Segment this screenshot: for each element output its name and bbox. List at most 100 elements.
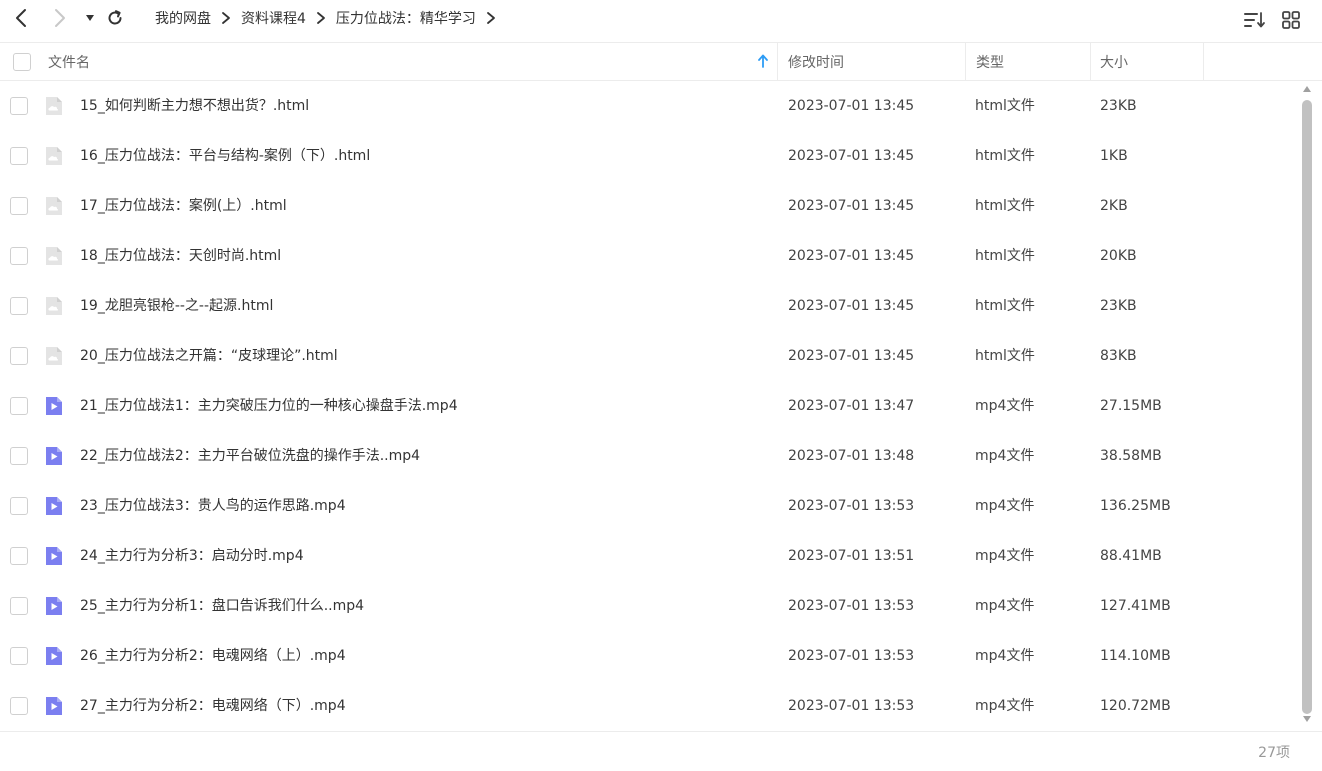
file-type: html文件 [975,198,1035,214]
video-file-icon [43,495,65,517]
scroll-up-arrow-icon[interactable] [1303,86,1311,92]
breadcrumb-item-folder[interactable]: 资料课程4 [241,8,306,28]
file-type: mp4文件 [975,548,1035,564]
row-checkbox[interactable] [10,197,28,215]
file-name[interactable]: 16_压力位战法：平台与结构-案例（下）.html [80,131,370,181]
breadcrumb-separator-icon [211,11,241,25]
file-list: 15_如何判断主力想不想出货？.html 2023-07-01 13:45 html… [0,81,1300,731]
history-dropdown-button[interactable] [78,6,102,30]
file-row[interactable]: 18_压力位战法：天创时尚.html 2023-07-01 13:45 html文件… [0,231,1300,281]
sort-icon [1244,12,1265,28]
file-row[interactable]: 25_主力行为分析1：盘口告诉我们什么..mp4 2023-07-01 13:53… [0,581,1300,631]
sort-ascending-arrow-icon[interactable] [757,54,769,68]
file-type: mp4文件 [975,498,1035,514]
column-header-name[interactable]: 文件名 [48,43,778,81]
grid-view-button[interactable] [1279,8,1303,32]
file-row[interactable]: 26_主力行为分析2：电魂网络（上）.mp4 2023-07-01 13:53 mp… [0,631,1300,681]
row-checkbox[interactable] [10,347,28,365]
file-name[interactable]: 17_压力位战法：案例(上）.html [80,181,287,231]
file-size: 2KB [1100,198,1128,214]
video-file-icon [43,445,65,467]
row-checkbox[interactable] [10,647,28,665]
column-header-type[interactable]: 类型 [976,43,1004,81]
file-row[interactable]: 17_压力位战法：案例(上）.html 2023-07-01 13:45 html文… [0,181,1300,231]
html-file-icon [43,195,65,217]
breadcrumb-item-current[interactable]: 压力位战法：精华学习 [336,8,476,28]
row-checkbox[interactable] [10,297,28,315]
file-size: 20KB [1100,248,1137,264]
refresh-button[interactable] [103,6,127,30]
file-name[interactable]: 20_压力位战法之开篇：“皮球理论”.html [80,331,338,381]
file-row[interactable]: 27_主力行为分析2：电魂网络（下）.mp4 2023-07-01 13:53 mp… [0,681,1300,731]
file-name[interactable]: 23_压力位战法3：贵人鸟的运作思路.mp4 [80,481,346,531]
html-file-icon [43,245,65,267]
file-size: 136.25MB [1100,498,1171,514]
breadcrumb-item-root[interactable]: 我的网盘 [155,8,211,28]
refresh-icon [108,10,122,25]
column-header-size[interactable]: 大小 [1100,43,1128,81]
row-checkbox[interactable] [10,97,28,115]
file-type: html文件 [975,98,1035,114]
breadcrumb-separator-icon [476,11,506,25]
column-divider[interactable] [1203,43,1204,81]
file-modified-time: 2023-07-01 13:45 [788,298,915,314]
file-type: mp4文件 [975,448,1035,464]
select-all-checkbox[interactable] [13,53,31,71]
grid-view-icon [1282,11,1300,29]
row-checkbox[interactable] [10,247,28,265]
scroll-down-arrow-icon[interactable] [1303,716,1311,722]
file-modified-time: 2023-07-01 13:45 [788,148,915,164]
file-modified-time: 2023-07-01 13:48 [788,448,915,464]
file-modified-time: 2023-07-01 13:45 [788,198,915,214]
file-modified-time: 2023-07-01 13:53 [788,698,915,714]
file-row[interactable]: 24_主力行为分析3：启动分时.mp4 2023-07-01 13:51 mp4文件… [0,531,1300,581]
file-row[interactable]: 23_压力位战法3：贵人鸟的运作思路.mp4 2023-07-01 13:53 mp… [0,481,1300,531]
file-name[interactable]: 22_压力位战法2：主力平台破位洗盘的操作手法..mp4 [80,431,420,481]
file-name[interactable]: 19_龙胆亮银枪--之--起源.html [80,281,273,331]
file-type: html文件 [975,348,1035,364]
back-button[interactable] [9,6,33,30]
file-row[interactable]: 16_压力位战法：平台与结构-案例（下）.html 2023-07-01 13:4… [0,131,1300,181]
file-row[interactable]: 19_龙胆亮银枪--之--起源.html 2023-07-01 13:45 html… [0,281,1300,331]
file-name[interactable]: 25_主力行为分析1：盘口告诉我们什么..mp4 [80,581,364,631]
row-checkbox[interactable] [10,397,28,415]
file-name[interactable]: 18_压力位战法：天创时尚.html [80,231,281,281]
file-row[interactable]: 22_压力位战法2：主力平台破位洗盘的操作手法..mp4 2023-07-01 1… [0,431,1300,481]
row-checkbox[interactable] [10,597,28,615]
breadcrumb-separator-icon [306,11,336,25]
vertical-scrollbar[interactable] [1300,82,1314,730]
column-divider[interactable] [777,43,778,81]
file-size: 83KB [1100,348,1137,364]
video-file-icon [43,545,65,567]
scrollbar-thumb[interactable] [1302,100,1312,714]
html-file-icon [43,295,65,317]
column-divider[interactable] [1090,43,1091,81]
file-name[interactable]: 27_主力行为分析2：电魂网络（下）.mp4 [80,681,346,731]
file-name[interactable]: 21_压力位战法1：主力突破压力位的一种核心操盘手法.mp4 [80,381,458,431]
column-divider[interactable] [965,43,966,81]
file-modified-time: 2023-07-01 13:53 [788,498,915,514]
file-row[interactable]: 20_压力位战法之开篇：“皮球理论”.html 2023-07-01 13:45 h… [0,331,1300,381]
file-size: 88.41MB [1100,548,1162,564]
sort-menu-button[interactable] [1243,8,1267,32]
row-checkbox[interactable] [10,147,28,165]
file-type: html文件 [975,148,1035,164]
file-row[interactable]: 21_压力位战法1：主力突破压力位的一种核心操盘手法.mp4 2023-07-01… [0,381,1300,431]
row-checkbox[interactable] [10,697,28,715]
row-checkbox[interactable] [10,447,28,465]
row-checkbox[interactable] [10,497,28,515]
file-name[interactable]: 26_主力行为分析2：电魂网络（上）.mp4 [80,631,346,681]
chevron-left-icon [16,9,26,27]
file-row[interactable]: 15_如何判断主力想不想出货？.html 2023-07-01 13:45 html… [0,81,1300,131]
html-file-icon [43,95,65,117]
forward-button[interactable] [48,6,72,30]
file-type: html文件 [975,248,1035,264]
breadcrumb: 我的网盘 资料课程4 压力位战法：精华学习 [155,7,506,29]
column-header-modified[interactable]: 修改时间 [788,43,844,81]
file-modified-time: 2023-07-01 13:45 [788,248,915,264]
file-size: 27.15MB [1100,398,1162,414]
row-checkbox[interactable] [10,547,28,565]
file-name[interactable]: 24_主力行为分析3：启动分时.mp4 [80,531,304,581]
file-name[interactable]: 15_如何判断主力想不想出货？.html [80,81,309,131]
file-size: 127.41MB [1100,598,1171,614]
